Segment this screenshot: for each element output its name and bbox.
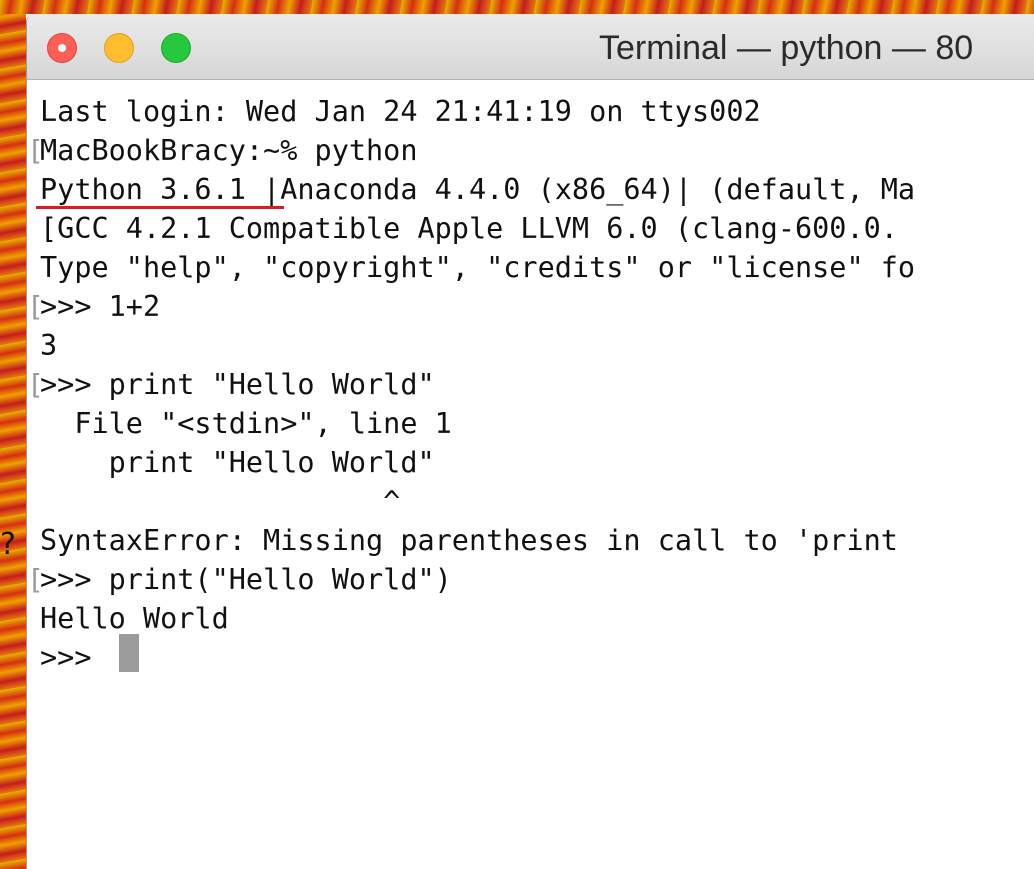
text-cursor — [119, 634, 139, 672]
wallpaper-mark: ? — [0, 527, 16, 562]
terminal-line-current-prompt[interactable]: >>> — [40, 638, 109, 677]
terminal-line-prompt-print-old: >>> print "Hello World" — [40, 368, 435, 401]
minimize-button[interactable] — [104, 33, 134, 63]
terminal-line-result: 3 — [40, 329, 58, 362]
desktop-wallpaper-top — [0, 0, 1034, 14]
terminal-line-traceback-code: print "Hello World" — [40, 446, 435, 479]
terminal-line-last-login: Last login: Wed Jan 24 21:41:19 on ttys0… — [40, 95, 761, 128]
terminal-line-help: Type "help", "copyright", "credits" or "… — [40, 251, 916, 284]
close-button[interactable] — [47, 33, 77, 63]
bracket-mark: [ — [27, 134, 44, 167]
terminal-line-python-version: Python 3.6.1 |Anaconda 4.4.0 (x86_64)| (… — [40, 173, 916, 206]
terminal-line-syntax-error: SyntaxError: Missing parentheses in call… — [40, 524, 898, 557]
title-bar[interactable]: Terminal — python — 80 — [27, 14, 1034, 80]
desktop: ? Terminal — python — 80 Last login: Wed… — [0, 0, 1034, 869]
terminal-line-command: MacBookBracy:~% python — [40, 134, 418, 167]
desktop-wallpaper — [0, 0, 26, 869]
terminal-output[interactable]: Last login: Wed Jan 24 21:41:19 on ttys0… — [27, 80, 1034, 869]
terminal-line-hello-output: Hello World — [40, 602, 229, 635]
zoom-button[interactable] — [161, 33, 191, 63]
terminal-window[interactable]: Terminal — python — 80 Last login: Wed J… — [26, 14, 1034, 869]
bracket-mark: [ — [27, 290, 44, 323]
terminal-line-prompt-add: >>> 1+2 — [40, 290, 161, 323]
terminal-line-caret: ^ — [40, 485, 401, 518]
window-title: Terminal — python — 80 — [599, 29, 974, 67]
bracket-mark: [ — [27, 563, 44, 596]
terminal-line-traceback-file: File "<stdin>", line 1 — [40, 407, 452, 440]
terminal-line-prompt-print-new: >>> print("Hello World") — [40, 563, 452, 596]
bracket-mark: [ — [27, 368, 44, 401]
terminal-line-gcc: [GCC 4.2.1 Compatible Apple LLVM 6.0 (cl… — [40, 212, 898, 245]
